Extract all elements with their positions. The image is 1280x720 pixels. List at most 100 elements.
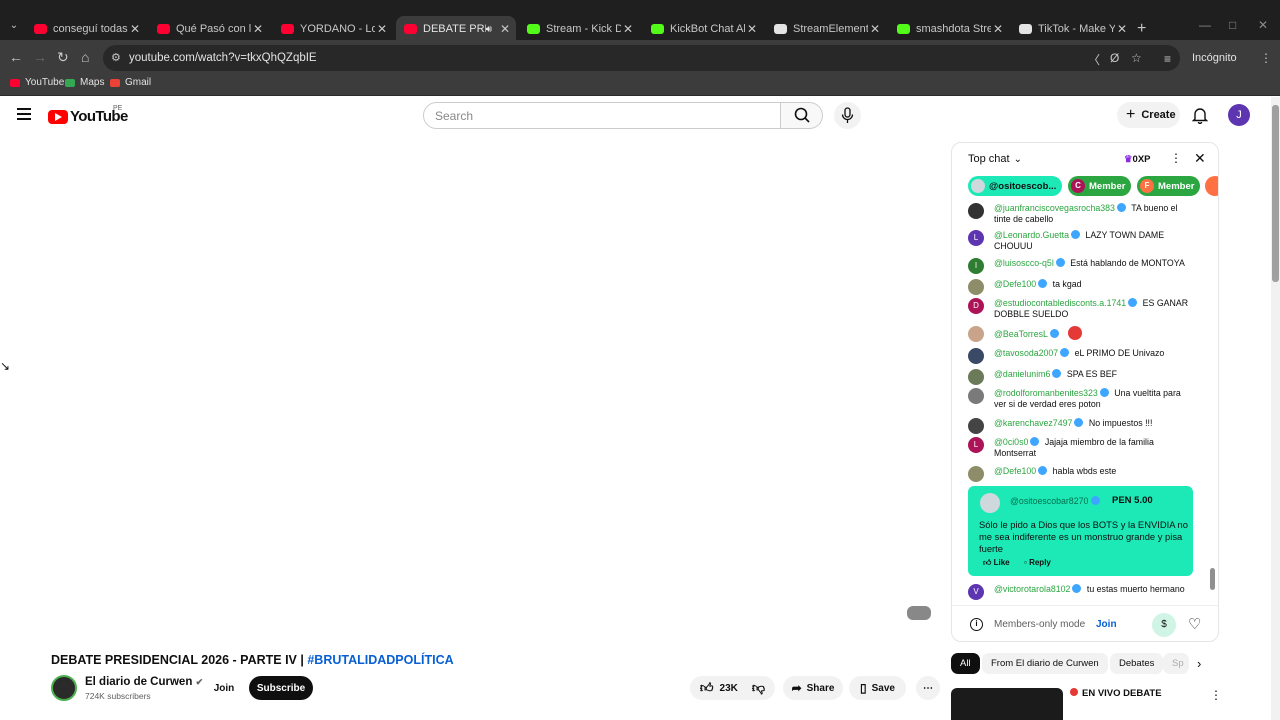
filter-chip[interactable]: Sp: [1163, 653, 1189, 674]
more-actions-icon[interactable]: ⋯: [916, 676, 940, 700]
author-name[interactable]: @danielunim6: [994, 369, 1050, 379]
author-name[interactable]: @juanfranciscovegasrocha383: [994, 203, 1115, 213]
chat-message[interactable]: @karenchavez7497 No impuestos !!!: [968, 418, 1193, 434]
chat-message[interactable]: @Defe100 habla wbds este: [968, 466, 1193, 482]
author-name[interactable]: @luisoscco-q5l: [994, 258, 1054, 268]
like-button[interactable]: 👍︎ 23K 👎︎: [690, 676, 775, 700]
browser-tab[interactable]: smashdota Stream -✕: [889, 18, 1009, 40]
bookmark-gmail[interactable]: Gmail: [110, 77, 151, 88]
close-window-icon[interactable]: ✕: [1258, 18, 1268, 32]
browser-tab[interactable]: DEBATE PRESIDEN🔊︎✕: [396, 16, 516, 42]
reply-superchat-button[interactable]: ▫ Reply: [1024, 558, 1051, 567]
create-button[interactable]: + Create: [1117, 102, 1180, 128]
chat-scrollbar[interactable]: [1210, 568, 1215, 590]
media-queue-icon[interactable]: ≡: [1164, 52, 1171, 66]
site-info-icon[interactable]: ⚙: [111, 51, 121, 64]
close-tab-icon[interactable]: ✕: [375, 22, 389, 36]
share-button[interactable]: ➦ Share: [783, 676, 843, 700]
chat-message[interactable]: l @luisoscco-q5l Está hablando de MONTOYA: [968, 258, 1193, 274]
super-chat-ticker[interactable]: F Member: [1137, 176, 1201, 196]
filter-chip[interactable]: All: [951, 653, 980, 674]
url-text[interactable]: youtube.com/watch?v=tkxQhQZqbIE: [129, 52, 317, 64]
thumbs-down-icon[interactable]: 👎︎: [752, 680, 765, 696]
author-name[interactable]: @karenchavez7497: [994, 418, 1072, 428]
browser-tab[interactable]: conseguí todas las m✕: [26, 18, 146, 40]
channel-watermark[interactable]: [907, 606, 931, 620]
superchat-author[interactable]: @ositoescobar8270: [1010, 496, 1101, 506]
author-name[interactable]: @Leonardo.Guetta: [994, 230, 1069, 240]
chat-message[interactable]: @juanfranciscovegasrocha383 TA bueno el …: [968, 203, 1193, 224]
channel-avatar[interactable]: [51, 675, 77, 701]
author-name[interactable]: @BeaTorresL: [994, 329, 1048, 339]
like-superchat-button[interactable]: 👍︎ Like: [983, 558, 1010, 568]
home-icon[interactable]: ⌂: [81, 49, 89, 65]
forward-icon[interactable]: →: [33, 49, 47, 65]
chat-message[interactable]: D @estudiocontabledisconts.a.1741 ES GANA…: [968, 298, 1193, 319]
tab-search-icon[interactable]: ⌄: [6, 20, 22, 36]
browser-tab[interactable]: Stream - Kick Dashbo✕: [519, 18, 639, 40]
author-name[interactable]: @0ci0s0: [994, 437, 1028, 447]
author-name[interactable]: @rodolforomanbenites323: [994, 388, 1098, 398]
filter-chip[interactable]: From El diario de Curwen: [982, 653, 1108, 674]
browser-menu-icon[interactable]: ⋮: [1260, 51, 1272, 65]
chat-message[interactable]: V @victorotarola8102 tu estas muerto her…: [968, 584, 1193, 600]
save-button[interactable]: ▯ Save: [849, 676, 906, 700]
close-tab-icon[interactable]: ✕: [745, 22, 759, 36]
translate-icon[interactable]: 〈: [1088, 51, 1100, 68]
close-tab-icon[interactable]: ✕: [1115, 22, 1129, 36]
maximize-icon[interactable]: □: [1229, 18, 1236, 32]
close-chat-icon[interactable]: ✕: [1194, 150, 1206, 167]
author-name[interactable]: @Defe100: [994, 466, 1036, 476]
super-chat-ticker[interactable]: @ositoescob...: [968, 176, 1063, 196]
super-chat-dollar-icon[interactable]: $: [1152, 613, 1176, 637]
chat-message[interactable]: @danielunim6 SPA ES BEF: [968, 369, 1193, 385]
filter-chip[interactable]: Debates: [1110, 653, 1164, 674]
bookmark-maps[interactable]: Maps: [65, 77, 104, 88]
reload-icon[interactable]: ↻: [57, 49, 69, 65]
channel-name[interactable]: El diario de Curwen ✔: [85, 676, 203, 688]
recommendation-title[interactable]: EN VIVO DEBATE: [1070, 688, 1162, 699]
heart-reaction-icon[interactable]: ♡: [1188, 615, 1201, 633]
new-tab-icon[interactable]: +: [1137, 20, 1146, 38]
close-tab-icon[interactable]: ✕: [498, 22, 512, 36]
author-name[interactable]: @victorotarola8102: [994, 584, 1070, 594]
close-tab-icon[interactable]: ✕: [621, 22, 635, 36]
chat-message[interactable]: @Defe100 ta kgad: [968, 279, 1193, 295]
search-button[interactable]: [781, 102, 823, 129]
super-chat[interactable]: @ositoescobar8270 PEN 5.00 Sólo le pido …: [968, 486, 1193, 576]
profile-label[interactable]: Incógnito: [1192, 52, 1237, 64]
close-tab-icon[interactable]: ✕: [128, 22, 142, 36]
search-input[interactable]: Search: [423, 102, 781, 129]
minimize-icon[interactable]: —: [1199, 18, 1211, 32]
chat-message[interactable]: L @Leonardo.Guetta LAZY TOWN DAME CHOUUU: [968, 230, 1193, 251]
subscribe-button[interactable]: Subscribe: [249, 676, 313, 700]
author-name[interactable]: @estudiocontabledisconts.a.1741: [994, 298, 1126, 308]
recommendation-more-icon[interactable]: ⋮: [1210, 688, 1222, 702]
chat-join-link[interactable]: Join: [1096, 619, 1117, 630]
chat-more-icon[interactable]: ⋮: [1170, 151, 1182, 165]
chat-message[interactable]: L @0ci0s0 Jajaja miembro de la familia Mo…: [968, 437, 1193, 458]
speaker-icon[interactable]: 🔊︎: [486, 24, 492, 35]
close-tab-icon[interactable]: ✕: [868, 22, 882, 36]
super-chat-ticker[interactable]: C Member: [1068, 176, 1132, 196]
menu-icon[interactable]: [17, 108, 31, 120]
info-icon[interactable]: i: [970, 618, 983, 631]
chevron-right-icon[interactable]: ›: [1197, 656, 1201, 671]
hashtag-link[interactable]: #BRUTALIDADPOLÍTICA: [307, 653, 453, 667]
chat-message[interactable]: @tavosoda2007 eL PRIMO DE Univazo: [968, 348, 1193, 364]
chat-message[interactable]: @rodolforomanbenites323 Una vueltita par…: [968, 388, 1193, 409]
browser-tab[interactable]: TikTok - Make Your D✕: [1011, 18, 1133, 40]
account-avatar[interactable]: J: [1228, 104, 1250, 126]
browser-tab[interactable]: YORDANO - Locos de✕: [273, 18, 393, 40]
browser-tab[interactable]: Qué Pasó con los PR✕: [149, 18, 269, 40]
join-button[interactable]: Join: [205, 676, 243, 700]
voice-search-button[interactable]: [834, 102, 861, 129]
close-tab-icon[interactable]: ✕: [251, 22, 265, 36]
close-tab-icon[interactable]: ✕: [991, 22, 1005, 36]
chat-mode-dropdown[interactable]: Top chat ⌄: [968, 153, 1022, 165]
browser-tab[interactable]: KickBot Chat Alerts✕: [643, 18, 763, 40]
bookmark-youtube[interactable]: YouTube: [10, 77, 64, 88]
bookmark-star-icon[interactable]: ☆: [1131, 51, 1142, 65]
recommendation-thumbnail[interactable]: [951, 688, 1063, 720]
author-name[interactable]: @tavosoda2007: [994, 348, 1058, 358]
